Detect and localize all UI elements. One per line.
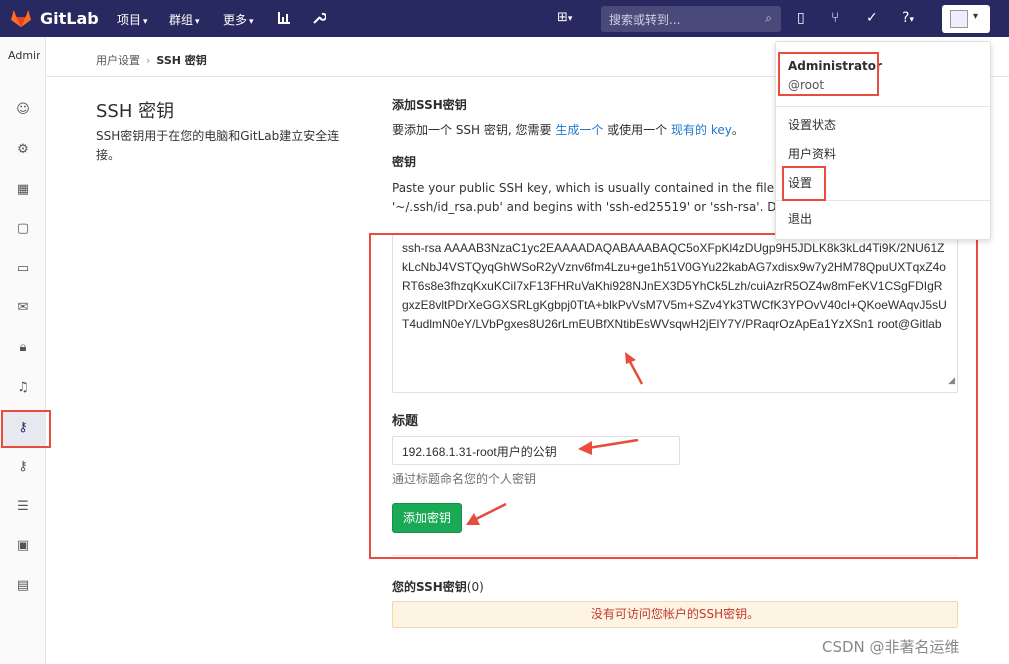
nav-groups[interactable]: 群组 ▾ [169, 11, 200, 28]
annotation-box-sidebar [1, 410, 51, 448]
dropdown-item-profile[interactable]: 用户资料 [788, 145, 836, 162]
issues-icon[interactable]: ▯ [797, 10, 805, 26]
existing-key-link[interactable]: 现有的 key [671, 123, 732, 137]
annotation-arrow-button [466, 502, 507, 525]
nav-more[interactable]: 更多 ▾ [223, 11, 254, 28]
audit-log-icon[interactable]: ▤ [14, 577, 32, 595]
annotation-arrow-key [625, 352, 644, 385]
token-icon[interactable]: ▭ [14, 260, 32, 278]
watermark: CSDN @非著名运维 [822, 638, 960, 656]
todo-check-icon[interactable]: ✓ [866, 10, 878, 26]
chevron-down-icon: ▾ [973, 11, 979, 22]
preferences-sliders-icon[interactable]: ☰ [14, 498, 32, 516]
page-description: SSH密钥用于在您的电脑和GitLab建立安全连接。 [96, 129, 340, 162]
wrench-icon[interactable] [312, 11, 326, 25]
annotation-arrow-title [578, 438, 639, 455]
user-avatar-button[interactable]: ▾ [942, 5, 990, 33]
active-sessions-icon[interactable]: ▣ [14, 537, 32, 555]
empty-keys-notice: 没有可访问您帐户的SSH密钥。 [392, 601, 958, 628]
breadcrumb-parent[interactable]: 用户设置 [96, 54, 140, 67]
add-key-help: 要添加一个 SSH 密钥, 您需要 生成一个 或使用一个 现有的 key。 [392, 123, 744, 137]
top-navbar: GitLab 项目 ▾ 群组 ▾ 更多 ▾ ⊞▾ 搜索或转到... ⌕ ▯ ⑂ ✓ ?… [0, 0, 1009, 37]
sidebar-avatar[interactable]: Admin [8, 49, 40, 81]
plus-square-icon[interactable]: ⊞▾ [557, 10, 572, 25]
account-icon[interactable]: ⚙ [14, 141, 32, 159]
applications-icon[interactable]: ▦ [14, 181, 32, 199]
dropdown-divider [776, 106, 990, 107]
email-icon[interactable]: ✉ [14, 299, 32, 317]
merge-request-icon[interactable]: ⑂ [831, 10, 839, 26]
settings-sidebar: Admin ☺ ⚙ ▦ ▢ ▭ ✉ 🔒︎ ♫ ⚷ ⚷ ☰ ▣ ▤ [0, 37, 46, 664]
generate-key-link[interactable]: 生成一个 [555, 123, 603, 137]
avatar [950, 10, 968, 28]
key-hint-line2: '~/.ssh/id_rsa.pub' and begins with 'ssh… [392, 200, 777, 214]
nav-projects[interactable]: 项目 ▾ [117, 11, 148, 28]
gpg-key-icon[interactable]: ⚷ [14, 458, 32, 476]
brand-name[interactable]: GitLab [40, 9, 99, 28]
breadcrumb: 用户设置 › SSH 密钥 [96, 54, 207, 67]
chevron-down-icon: ▾ [195, 17, 200, 27]
chat-icon[interactable]: ▢ [14, 220, 32, 238]
chart-icon[interactable] [277, 11, 291, 25]
gitlab-logo-icon[interactable] [10, 8, 32, 28]
breadcrumb-current: SSH 密钥 [156, 54, 207, 67]
chevron-down-icon: ▾ [143, 17, 148, 27]
dropdown-item-set-status[interactable]: 设置状态 [788, 116, 836, 133]
notifications-bell-icon[interactable]: ♫ [14, 379, 32, 397]
search-icon: ⌕ [765, 11, 772, 25]
key-label: 密钥 [392, 155, 417, 169]
annotation-box-settings [782, 166, 826, 201]
annotation-box-form [369, 233, 978, 559]
add-ssh-key-heading: 添加SSH密钥 [392, 98, 467, 112]
search-input[interactable]: 搜索或转到... ⌕ [601, 6, 781, 32]
dropdown-item-sign-out[interactable]: 退出 [788, 210, 812, 227]
annotation-box-user [778, 52, 879, 96]
page-title: SSH 密钥 [96, 101, 175, 122]
chevron-down-icon: ▾ [249, 17, 254, 27]
help-icon[interactable]: ?▾ [902, 10, 914, 26]
profile-icon[interactable]: ☺ [14, 101, 32, 119]
your-keys-heading: 您的SSH密钥(0) [392, 580, 484, 594]
password-lock-icon[interactable]: 🔒︎ [14, 339, 32, 357]
key-hint-line1: Paste your public SSH key, which is usua… [392, 181, 777, 195]
